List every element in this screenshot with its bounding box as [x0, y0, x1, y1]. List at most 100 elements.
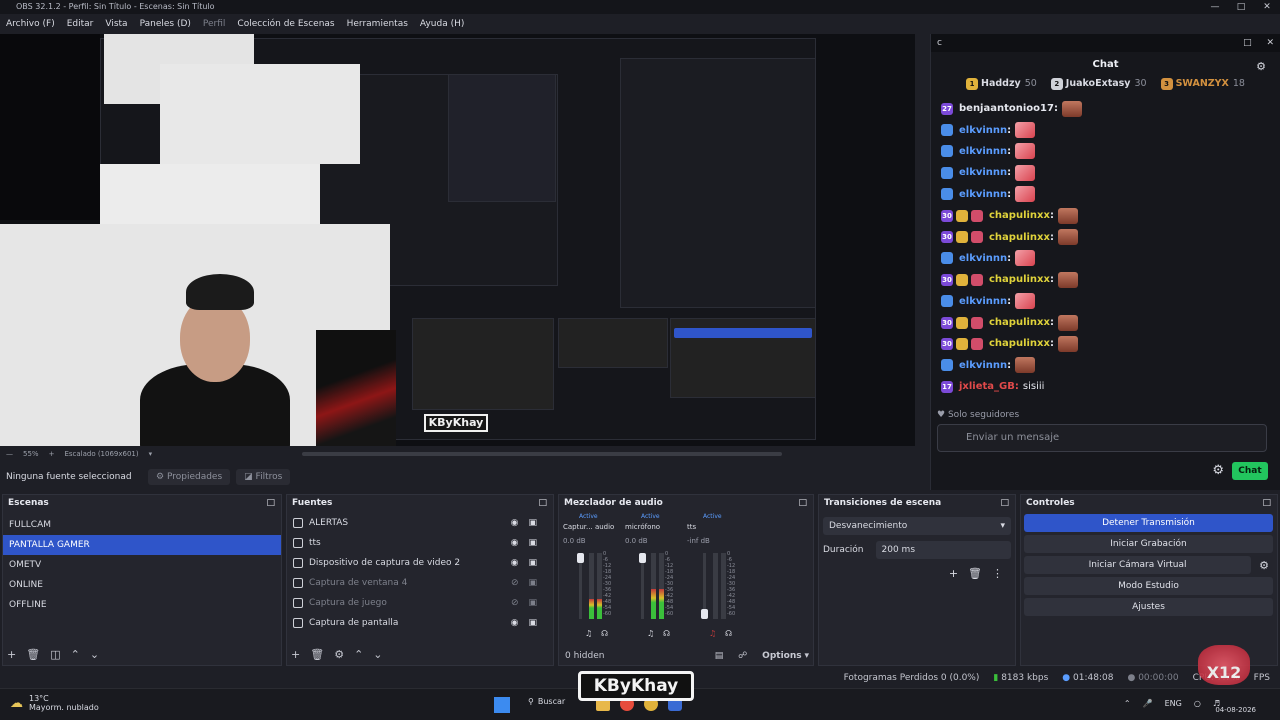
- chat-username[interactable]: chapulinxx: [989, 210, 1050, 221]
- volume-handle[interactable]: [577, 553, 584, 563]
- source-item[interactable]: Captura de pantalla ◉ ▣: [287, 613, 553, 633]
- chat-username[interactable]: elkvinnn: [959, 146, 1007, 157]
- scene-item[interactable]: OFFLINE: [3, 595, 281, 615]
- wifi-icon[interactable]: ○: [1194, 699, 1201, 708]
- speaker-icon[interactable]: ♫: [647, 629, 654, 638]
- undock-icon[interactable]: □: [1237, 38, 1258, 48]
- zoom-in-icon[interactable]: +: [49, 450, 55, 458]
- eye-icon[interactable]: ⊘: [511, 593, 519, 613]
- maximize-icon[interactable]: □: [1228, 0, 1254, 14]
- start-virtual-camera-button[interactable]: Iniciar Cámara Virtual: [1024, 556, 1252, 574]
- more-icon[interactable]: ⋮: [992, 567, 1003, 580]
- menu-vista[interactable]: Vista: [99, 16, 133, 32]
- filter-icon[interactable]: ◫: [50, 648, 60, 661]
- lock-icon[interactable]: ▣: [528, 513, 537, 533]
- transition-select[interactable]: Desvanecimiento ▾: [823, 517, 1011, 535]
- studio-mode-button[interactable]: Modo Estudio: [1024, 577, 1273, 595]
- filters-button[interactable]: ◪ Filtros: [236, 469, 291, 485]
- chat-username[interactable]: chapulinxx: [989, 338, 1050, 349]
- close-icon[interactable]: ✕: [1254, 0, 1280, 14]
- chat-username[interactable]: chapulinxx: [989, 232, 1050, 243]
- chat-username[interactable]: benjaantonioo17:: [959, 103, 1058, 114]
- trash-icon[interactable]: 🗑: [310, 648, 324, 661]
- add-icon[interactable]: +: [949, 567, 958, 580]
- close-icon[interactable]: ✕: [1260, 38, 1280, 48]
- search-box[interactable]: ⚲ Buscar: [528, 697, 565, 706]
- source-item[interactable]: tts ◉ ▣: [287, 533, 553, 553]
- add-icon[interactable]: +: [7, 648, 16, 661]
- source-item[interactable]: Captura de juego ⊘ ▣: [287, 593, 553, 613]
- speaker-icon[interactable]: ♫: [585, 629, 592, 638]
- channel-name[interactable]: tts: [687, 523, 696, 531]
- mixer-options-button[interactable]: Options ▾: [762, 651, 809, 661]
- channel-name[interactable]: Captur... audio: [563, 523, 614, 531]
- chat-input[interactable]: Enviar un mensaje: [937, 424, 1267, 452]
- undock-icon[interactable]: □: [798, 495, 807, 511]
- chat-username[interactable]: elkvinnn: [959, 253, 1007, 264]
- move-up-icon[interactable]: ⌃: [354, 648, 363, 661]
- source-item[interactable]: Captura de ventana 4 ⊘ ▣: [287, 573, 553, 593]
- chat-username[interactable]: elkvinnn: [959, 189, 1007, 200]
- start-recording-button[interactable]: Iniciar Grabación: [1024, 535, 1273, 553]
- start-icon[interactable]: [494, 697, 510, 713]
- lock-icon[interactable]: ▣: [528, 593, 537, 613]
- scene-item[interactable]: ONLINE: [3, 575, 281, 595]
- leader-2[interactable]: 2 JuakoExtasy 30: [1050, 78, 1147, 96]
- chat-username[interactable]: chapulinxx: [989, 274, 1050, 285]
- leader-1[interactable]: 1 Haddzy 50: [966, 78, 1037, 96]
- move-down-icon[interactable]: ⌄: [90, 648, 99, 661]
- undock-icon[interactable]: □: [266, 495, 275, 511]
- speaker-icon[interactable]: ♫: [709, 629, 716, 638]
- preview-hscroll[interactable]: [302, 452, 783, 456]
- virtual-camera-settings-icon[interactable]: ⚙: [1259, 559, 1269, 572]
- trash-icon[interactable]: 🗑: [968, 567, 982, 580]
- lock-icon[interactable]: ▣: [528, 533, 537, 553]
- headphones-icon[interactable]: ☊: [601, 629, 608, 638]
- leader-3[interactable]: 3 SWANZYX 18: [1160, 78, 1245, 96]
- undock-icon[interactable]: □: [538, 495, 547, 511]
- undock-icon[interactable]: □: [1262, 495, 1271, 511]
- eye-icon[interactable]: ⊘: [511, 573, 519, 593]
- eye-icon[interactable]: ◉: [511, 553, 519, 573]
- source-item[interactable]: ALERTAS ◉ ▣: [287, 513, 553, 533]
- chat-username[interactable]: elkvinnn: [959, 360, 1007, 371]
- duration-input[interactable]: 200 ms: [875, 541, 1011, 559]
- gear-icon[interactable]: ⚙: [334, 648, 344, 661]
- volume-handle[interactable]: [701, 609, 708, 619]
- move-down-icon[interactable]: ⌄: [373, 648, 382, 661]
- zoom-out-icon[interactable]: —: [6, 450, 13, 458]
- menu-herramientas[interactable]: Herramientas: [341, 16, 414, 32]
- eye-icon[interactable]: ◉: [511, 533, 519, 553]
- menu-archivo[interactable]: Archivo (F): [0, 16, 61, 32]
- chat-username[interactable]: elkvinnn: [959, 167, 1007, 178]
- chat-settings-icon[interactable]: ⚙: [1212, 462, 1224, 480]
- eye-icon[interactable]: ◉: [511, 513, 519, 533]
- add-icon[interactable]: +: [291, 648, 300, 661]
- chat-username[interactable]: chapulinxx: [989, 317, 1050, 328]
- menu-editar[interactable]: Editar: [61, 16, 100, 32]
- menu-perfil[interactable]: Perfil: [197, 16, 232, 32]
- source-item[interactable]: Dispositivo de captura de video 2 ◉ ▣: [287, 553, 553, 573]
- chat-username[interactable]: elkvinnn: [959, 125, 1007, 136]
- channel-name[interactable]: micrófono: [625, 523, 660, 531]
- link-icon[interactable]: ☍: [738, 651, 747, 661]
- stop-stream-button[interactable]: Detener Transmisión: [1024, 514, 1273, 532]
- eye-icon[interactable]: ◉: [511, 613, 519, 633]
- weather-widget[interactable]: ☁ 13°C Mayorm. nublado: [10, 694, 99, 712]
- undock-icon[interactable]: □: [1000, 495, 1009, 511]
- scene-item[interactable]: FULLCAM: [3, 515, 281, 535]
- headphones-icon[interactable]: ☊: [725, 629, 732, 638]
- minimize-icon[interactable]: —: [1202, 0, 1228, 14]
- menu-ayuda[interactable]: Ayuda (H): [414, 16, 470, 32]
- lock-icon[interactable]: ▣: [528, 613, 537, 633]
- chat-username[interactable]: jxlieta_GB:: [959, 381, 1019, 392]
- language[interactable]: ENG: [1165, 699, 1182, 708]
- move-up-icon[interactable]: ⌃: [71, 648, 80, 661]
- scene-item[interactable]: OMETV: [3, 555, 281, 575]
- headphones-icon[interactable]: ☊: [663, 629, 670, 638]
- layout-icon[interactable]: ▤: [715, 651, 724, 661]
- properties-button[interactable]: ⚙ Propiedades: [148, 469, 231, 485]
- trash-icon[interactable]: 🗑: [26, 648, 40, 661]
- menu-paneles[interactable]: Paneles (D): [134, 16, 197, 32]
- menu-coleccion[interactable]: Colección de Escenas: [231, 16, 340, 32]
